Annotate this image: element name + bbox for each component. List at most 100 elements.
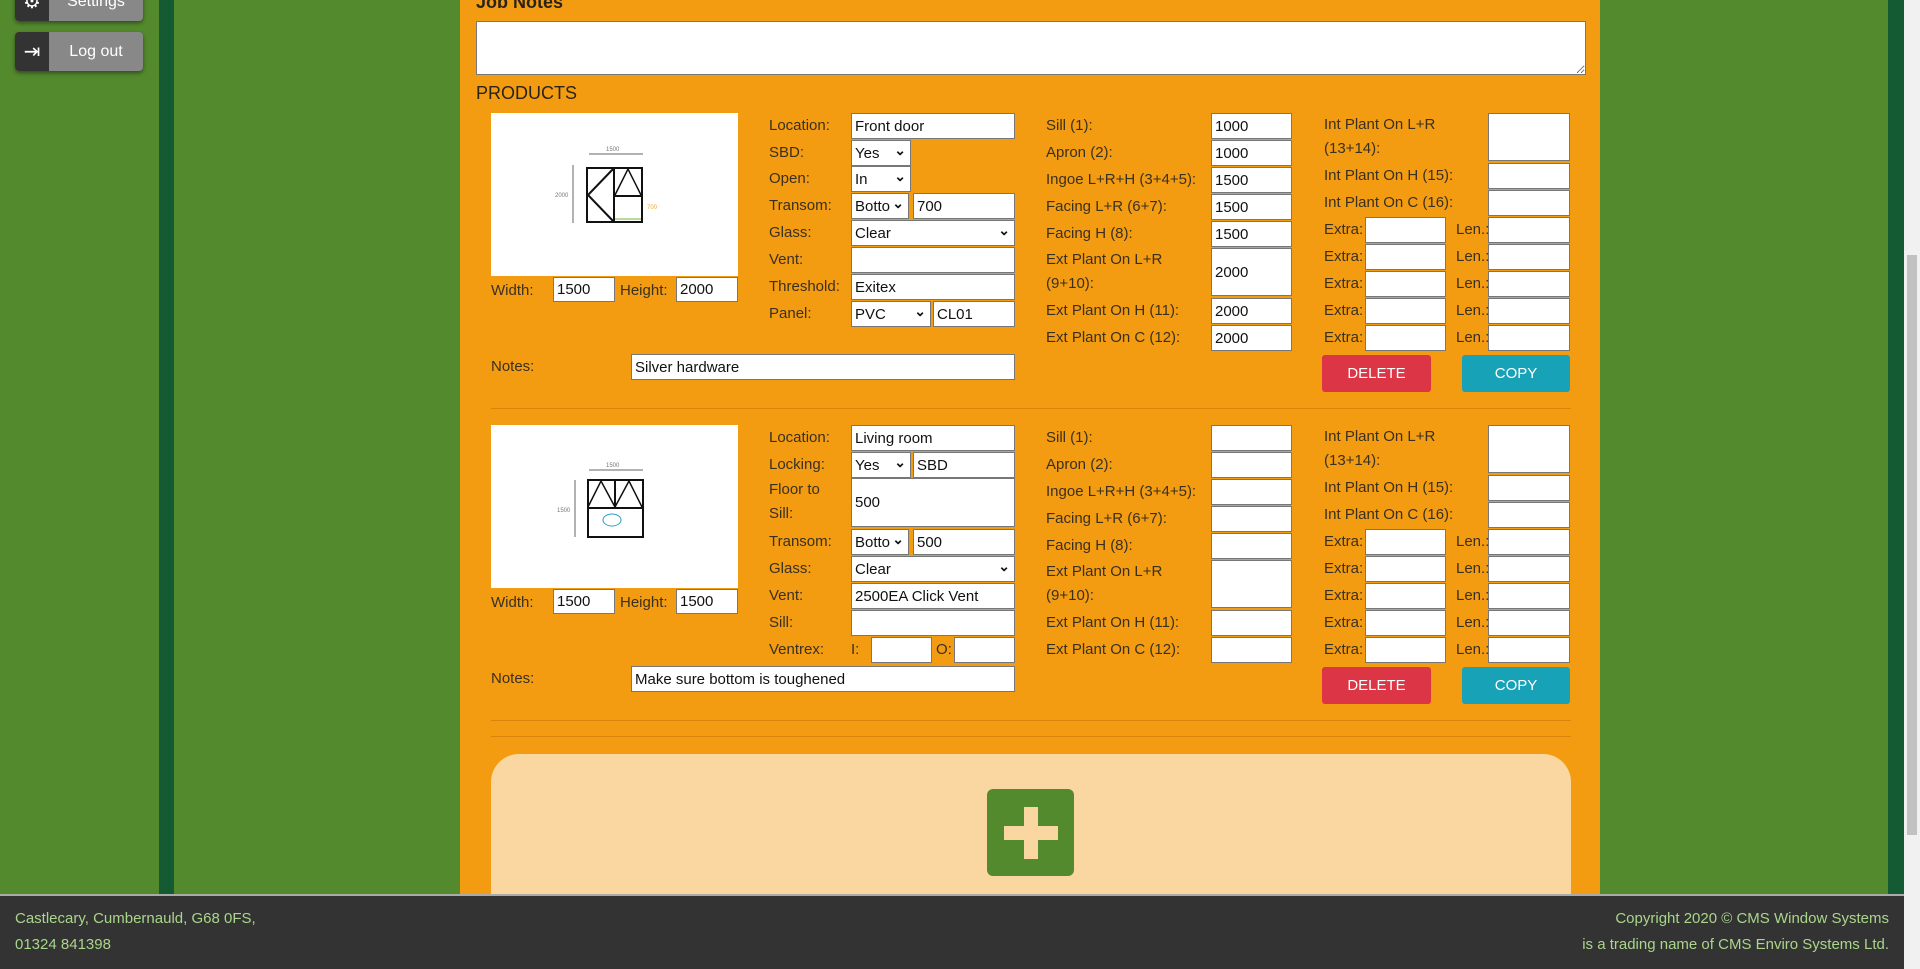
open-select[interactable]: In xyxy=(851,166,911,192)
measure-input[interactable]: 1500 xyxy=(1211,221,1292,247)
field-label: Open: xyxy=(769,170,810,187)
field-label: Location: xyxy=(769,117,830,134)
product-drawing: 1500 2000 700 xyxy=(491,113,738,276)
measure-input[interactable]: 2000 xyxy=(1211,325,1292,351)
measure-input[interactable]: 2000 xyxy=(1211,248,1292,296)
len-input[interactable] xyxy=(1488,298,1570,324)
transom-select[interactable]: Botto xyxy=(851,529,909,555)
transom-input[interactable]: 500 xyxy=(913,529,1015,555)
footer-address: Castlecary, Cumbernauld, G68 0FS, xyxy=(15,910,256,927)
locking-select[interactable]: Yes xyxy=(851,452,911,478)
measure-input[interactable] xyxy=(1211,637,1292,663)
extra-input[interactable] xyxy=(1365,217,1446,243)
measure-input[interactable] xyxy=(1211,425,1292,451)
extra-input[interactable] xyxy=(1365,244,1446,270)
panel-input[interactable]: CL01 xyxy=(933,301,1015,327)
len-input[interactable] xyxy=(1488,244,1570,270)
int-plant-input[interactable] xyxy=(1488,502,1570,528)
extra-input[interactable] xyxy=(1365,271,1446,297)
extra-input[interactable] xyxy=(1365,583,1446,609)
len-label: Len.: xyxy=(1456,329,1490,346)
scrollbar[interactable] xyxy=(1904,0,1920,969)
delete-button[interactable]: DELETE xyxy=(1322,355,1431,392)
sill-input[interactable] xyxy=(851,610,1015,636)
settings-button[interactable]: ⚙ Settings xyxy=(15,0,143,21)
locking-input[interactable]: SBD xyxy=(913,452,1015,478)
int-plant-input[interactable] xyxy=(1488,113,1570,161)
glass-select[interactable]: Clear xyxy=(851,220,1015,246)
measure-input[interactable]: 1500 xyxy=(1211,167,1292,193)
measure-input[interactable] xyxy=(1211,610,1292,636)
len-input[interactable] xyxy=(1488,271,1570,297)
extra-input[interactable] xyxy=(1365,325,1446,351)
sbd-select[interactable]: Yes xyxy=(851,140,911,166)
measure-input[interactable]: 2000 xyxy=(1211,298,1292,324)
width-input[interactable]: 1500 xyxy=(553,589,615,614)
ventrex-o-input[interactable] xyxy=(954,637,1015,663)
measure-input[interactable] xyxy=(1211,506,1292,532)
int-plant-input[interactable] xyxy=(1488,163,1570,189)
measure-input[interactable] xyxy=(1211,533,1292,559)
width-label: Width: xyxy=(491,282,534,299)
ventrex-o-label: O: xyxy=(936,641,952,658)
ventrex-i-input[interactable] xyxy=(871,637,932,663)
height-input[interactable]: 2000 xyxy=(676,277,738,302)
len-input[interactable] xyxy=(1488,637,1570,663)
len-input[interactable] xyxy=(1488,610,1570,636)
field-label: Location: xyxy=(769,429,830,446)
int-plant-input[interactable] xyxy=(1488,475,1570,501)
measure-input[interactable] xyxy=(1211,560,1292,608)
location-input[interactable]: Living room xyxy=(851,425,1015,451)
scrollbar-thumb[interactable] xyxy=(1907,255,1917,835)
threshold-input[interactable]: Exitex xyxy=(851,274,1015,300)
len-input[interactable] xyxy=(1488,583,1570,609)
extra-label: Extra: xyxy=(1324,614,1364,631)
measure-input[interactable] xyxy=(1211,452,1292,478)
panel-select[interactable]: PVC xyxy=(851,301,931,327)
extra-input[interactable] xyxy=(1365,298,1446,324)
separator xyxy=(491,720,1571,721)
measure-input[interactable] xyxy=(1211,479,1292,505)
extra-input[interactable] xyxy=(1365,529,1446,555)
extra-input[interactable] xyxy=(1365,610,1446,636)
measure-label: Apron (2): xyxy=(1046,456,1113,473)
extra-label: Extra: xyxy=(1324,560,1364,577)
field-label: Transom: xyxy=(769,533,832,550)
vent-input[interactable]: 2500EA Click Vent xyxy=(851,583,1015,609)
width-input[interactable]: 1500 xyxy=(553,277,615,302)
measure-label: Sill (1): xyxy=(1046,429,1093,446)
add-product-button[interactable] xyxy=(987,789,1074,876)
vent-input[interactable] xyxy=(851,247,1015,273)
measure-input[interactable]: 1000 xyxy=(1211,113,1292,139)
len-label: Len.: xyxy=(1456,533,1490,550)
notes-input[interactable]: Make sure bottom is toughened xyxy=(631,666,1015,692)
notes-input[interactable]: Silver hardware xyxy=(631,354,1015,380)
job-notes-textarea[interactable] xyxy=(476,21,1586,75)
len-input[interactable] xyxy=(1488,217,1570,243)
floortosill-input[interactable]: 500 xyxy=(851,478,1015,527)
location-input[interactable]: Front door xyxy=(851,113,1015,139)
measure-label: Ext Plant On C (12): xyxy=(1046,641,1181,658)
measure-input[interactable]: 1500 xyxy=(1211,194,1292,220)
footer: Castlecary, Cumbernauld, G68 0FS, 01324 … xyxy=(0,894,1904,969)
logout-button[interactable]: ⇥ Log out xyxy=(15,32,143,71)
transom-select[interactable]: Botto xyxy=(851,193,909,219)
len-input[interactable] xyxy=(1488,529,1570,555)
len-input[interactable] xyxy=(1488,325,1570,351)
int-plant-input[interactable] xyxy=(1488,425,1570,473)
extra-label: Extra: xyxy=(1324,275,1364,292)
extra-label: Extra: xyxy=(1324,641,1364,658)
copy-button[interactable]: COPY xyxy=(1462,355,1570,392)
height-input[interactable]: 1500 xyxy=(676,589,738,614)
int-plant-input[interactable] xyxy=(1488,190,1570,216)
product-drawing: 1500 1500 xyxy=(491,425,738,588)
glass-select[interactable]: Clear xyxy=(851,556,1015,582)
extra-input[interactable] xyxy=(1365,556,1446,582)
delete-button[interactable]: DELETE xyxy=(1322,667,1431,704)
len-label: Len.: xyxy=(1456,275,1490,292)
transom-input[interactable]: 700 xyxy=(913,193,1015,219)
extra-input[interactable] xyxy=(1365,637,1446,663)
len-input[interactable] xyxy=(1488,556,1570,582)
measure-input[interactable]: 1000 xyxy=(1211,140,1292,166)
copy-button[interactable]: COPY xyxy=(1462,667,1570,704)
